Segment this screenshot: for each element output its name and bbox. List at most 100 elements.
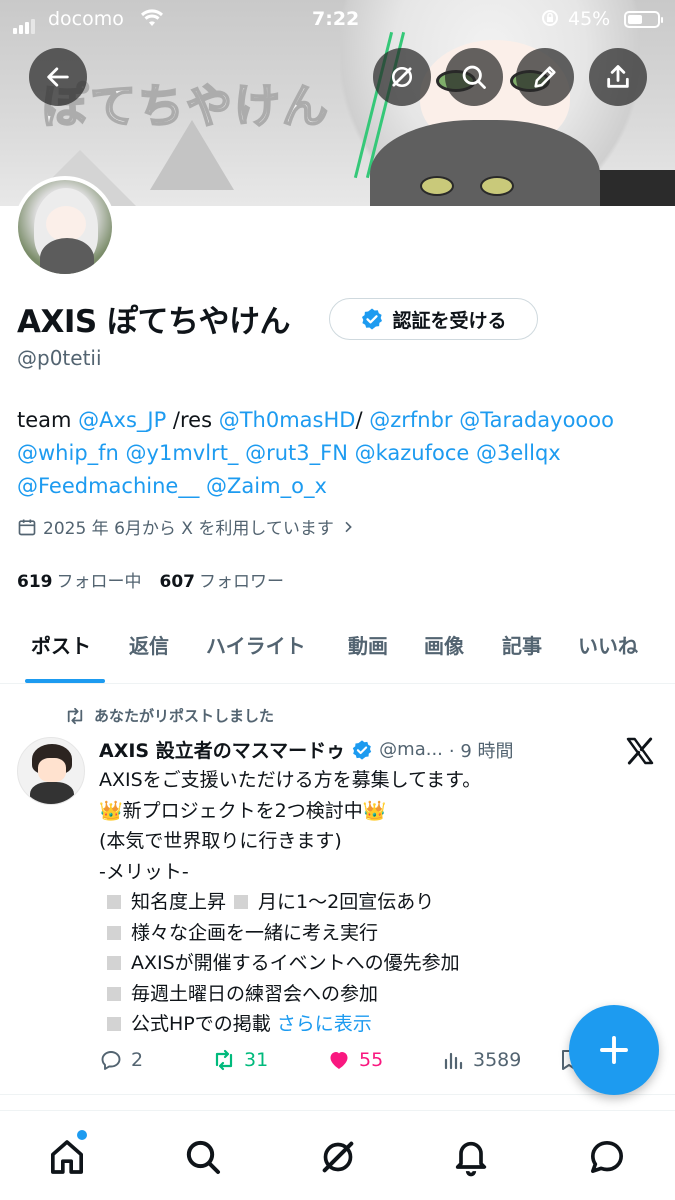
compose-plus-icon: [600, 1036, 628, 1064]
banner-cat-eye: [480, 176, 514, 196]
repost-icon: [215, 1049, 233, 1071]
bio-mention[interactable]: @zrfnbr: [369, 408, 452, 432]
bio-mention[interactable]: @Th0masHD: [219, 408, 356, 432]
post-line: 様々な企画を一緒に考え実行: [99, 918, 659, 949]
repost-count: 31: [244, 1049, 269, 1071]
followers-count: 607: [159, 572, 196, 592]
grok-button[interactable]: [373, 48, 431, 106]
bullet-square: [234, 895, 249, 909]
reply-button[interactable]: 2: [99, 1048, 143, 1072]
like-button[interactable]: 55: [327, 1048, 383, 1072]
tab-highlights[interactable]: ハイライト: [206, 630, 306, 659]
views-button[interactable]: 3589: [441, 1048, 521, 1072]
edit-button[interactable]: [516, 48, 574, 106]
wifi-icon: [140, 8, 164, 33]
bullet-square: [107, 1017, 121, 1031]
nav-notifications[interactable]: [449, 1135, 493, 1179]
followers-label: フォロワー: [199, 572, 284, 592]
post-author-handle[interactable]: @ma...: [379, 739, 443, 760]
analytics-icon: [444, 1052, 463, 1070]
post-line-text: 月に1〜2回宣伝あり: [258, 891, 435, 913]
post-text[interactable]: AXISをご支援いただける方を募集してます。 👑新プロジェクトを2つ検討中👑 (…: [99, 765, 659, 1040]
following-link[interactable]: 619 フォロー中: [17, 572, 142, 592]
post-author-avatar[interactable]: [17, 737, 85, 805]
bio-mention[interactable]: @3ellqx: [476, 441, 561, 465]
carrier-label: docomo: [48, 8, 124, 30]
get-verified-button[interactable]: 認証を受ける: [329, 298, 538, 340]
messages-icon: [591, 1141, 623, 1173]
chevron-right-icon: [345, 521, 352, 532]
compose-post-button[interactable]: [569, 1005, 659, 1095]
following-label: フォロー中: [56, 572, 142, 592]
tab-posts[interactable]: ポスト: [31, 630, 91, 659]
followers-link[interactable]: 607 フォロワー: [160, 572, 285, 592]
grok-icon: [391, 66, 413, 88]
status-bar: docomo 7:22 45%: [0, 0, 675, 40]
post-line-text: 新プロジェクトを2つ検討中: [122, 799, 363, 822]
edit-icon: [534, 66, 556, 88]
post-divider: [0, 1094, 675, 1095]
tab-videos[interactable]: 動画: [348, 630, 388, 659]
post-author-name[interactable]: AXIS 設立者のマスマードゥ: [99, 736, 345, 763]
post-timestamp[interactable]: · 9 時間: [449, 737, 514, 763]
bullet-square: [107, 895, 121, 909]
bio-mention[interactable]: @Taradayoooo: [459, 408, 614, 432]
search-button[interactable]: [445, 48, 503, 106]
repost-icon: [67, 707, 83, 724]
bio-mention[interactable]: @y1mvlrt_: [126, 441, 239, 465]
battery-icon: [624, 11, 663, 28]
tab-likes[interactable]: いいね: [578, 630, 638, 659]
battery-percent: 45%: [568, 8, 611, 30]
bullet-square: [107, 925, 121, 940]
crown-emoji: 👑: [362, 799, 387, 822]
bullet-square: [107, 956, 121, 970]
nav-home[interactable]: [45, 1135, 89, 1179]
tab-images[interactable]: 画像: [424, 630, 464, 659]
view-count: 3589: [473, 1049, 522, 1071]
share-icon: [607, 65, 629, 88]
nav-messages[interactable]: [585, 1135, 629, 1179]
post-line-text: 知名度上昇: [131, 891, 227, 913]
post-line: AXISをご支援いただける方を募集してます。: [99, 769, 482, 791]
rotation-lock-icon: [540, 8, 560, 33]
profile-handle: @p0tetii: [17, 346, 102, 370]
post-line-text: 公式HPでの掲載: [131, 1013, 271, 1035]
profile-avatar[interactable]: [14, 176, 116, 278]
bio-mention[interactable]: @rut3_FN: [245, 441, 348, 465]
search-icon: [462, 65, 486, 89]
bio-mention[interactable]: @kazufoce: [355, 441, 470, 465]
post-line: 毎週土曜日の練習会への参加: [99, 979, 659, 1010]
bio-mention[interactable]: @Feedmachine__: [17, 474, 199, 498]
repost-indicator: あなたがリポストしました: [64, 705, 274, 726]
profile-tabs: ポスト 返信 ハイライト 動画 画像 記事 いいね: [0, 620, 675, 684]
back-arrow-icon: [47, 67, 69, 87]
verified-badge-icon: [362, 308, 383, 330]
back-button[interactable]: [29, 48, 87, 106]
post-line: AXISが開催するイベントへの優先参加: [99, 948, 659, 979]
heart-icon: [330, 1052, 348, 1069]
bottom-navigation: [0, 1110, 675, 1200]
nav-grok[interactable]: [316, 1135, 360, 1179]
joined-date[interactable]: 2025 年 6月から X を利用しています: [17, 514, 356, 539]
active-tab-indicator: [25, 679, 105, 683]
post-line-text: AXISが開催するイベントへの優先参加: [131, 952, 460, 974]
post-line-text: 毎週土曜日の練習会への参加: [131, 982, 379, 1005]
explore-icon: [186, 1140, 220, 1174]
bio-mention[interactable]: @Axs_JP: [78, 408, 166, 432]
tab-articles[interactable]: 記事: [502, 630, 542, 659]
tab-replies[interactable]: 返信: [129, 630, 169, 659]
bio-mention[interactable]: @whip_fn: [17, 441, 119, 465]
repost-button[interactable]: 31: [212, 1048, 268, 1072]
show-more-link[interactable]: さらに表示: [277, 1013, 372, 1035]
banner-cat-eye: [420, 176, 454, 196]
crown-emoji: 👑: [99, 799, 123, 822]
share-button[interactable]: [589, 48, 647, 106]
nav-explore[interactable]: [181, 1135, 225, 1179]
bio-text: team: [17, 408, 79, 432]
like-count: 55: [359, 1049, 384, 1071]
bio-mention[interactable]: @Zaim_o_x: [206, 474, 327, 498]
post-line: -メリット-: [99, 860, 189, 883]
following-count: 619: [17, 572, 53, 592]
reply-icon: [101, 1051, 121, 1070]
get-verified-label: 認証を受ける: [392, 309, 507, 332]
